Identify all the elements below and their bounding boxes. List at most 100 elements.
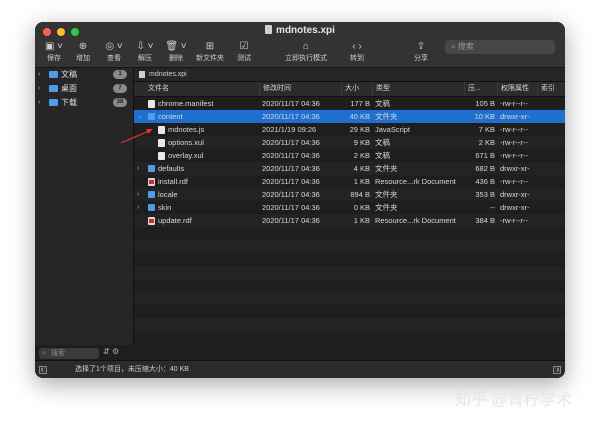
empty-row (134, 279, 565, 292)
compressed-size: 671 B (475, 151, 495, 160)
toggle-sidebar-icon[interactable]: ◧ (39, 366, 47, 374)
breadcrumb: mdnotes.xpi (134, 68, 565, 82)
permissions: drwxr-xr- (500, 112, 530, 121)
empty-row (134, 227, 565, 240)
sidebar-tools[interactable]: ⇵ ⚙ (103, 347, 119, 356)
compressed-size: 2 KB (478, 138, 495, 147)
sidebar-item-documents[interactable]: › 文稿 1 (35, 68, 133, 81)
toolbar-search-input[interactable]: ⌕ 搜索 (445, 40, 555, 54)
file-type: 文件夹 (375, 203, 398, 212)
file-size: 40 KB (349, 112, 370, 121)
rdf-file-icon (148, 178, 155, 186)
file-type: JavaScript (375, 125, 411, 134)
red-arrow-annotation (120, 129, 153, 144)
column-type[interactable]: 类型 (372, 82, 464, 96)
modified-date: 2021/1/19 09:26 (262, 125, 317, 134)
share-button[interactable]: ⇪ 分享 (404, 40, 438, 63)
file-icon (158, 139, 165, 147)
chevron-right-icon[interactable]: › (38, 96, 40, 109)
empty-row (134, 292, 565, 305)
folder-icon (49, 85, 58, 92)
modified-date: 2020/11/17 04:36 (262, 99, 320, 108)
file-type: 文件夹 (375, 190, 398, 199)
chevron-right-icon[interactable]: › (137, 201, 139, 214)
chevron-right-icon[interactable]: › (137, 188, 139, 201)
rdf-file-icon (148, 217, 155, 225)
column-name[interactable]: 文件名 (134, 82, 259, 96)
compressed-size: 10 KB (474, 112, 495, 121)
empty-row (134, 318, 565, 331)
compressed-size: 682 B (475, 164, 495, 173)
delete-button[interactable]: 🗑 ˅ 删除 (159, 40, 193, 63)
archive-icon (265, 25, 273, 34)
chevron-right-icon[interactable]: › (137, 162, 139, 175)
delete-icon: 🗑 ˅ (165, 41, 187, 52)
table-row[interactable]: overlay.xul 2020/11/17 04:36 2 KB 文稿 671 B -r… (134, 149, 565, 162)
table-row[interactable]: › defaults 2020/11/17 04:36 4 KB 文件夹 682 B drw… (134, 162, 565, 175)
empty-row (134, 266, 565, 279)
folder-icon (148, 204, 155, 211)
table-row[interactable]: › skin 2020/11/17 04:36 0 KB 文件夹 -- drwxr-xr- (134, 201, 565, 214)
file-size: 177 B (350, 99, 370, 108)
permissions: -rw-r--r-- (500, 99, 528, 108)
table-row[interactable]: mdnotes.js 2021/1/19 09:26 29 KB JavaScript… (134, 123, 565, 136)
permissions: drwxr-xr- (500, 203, 530, 212)
permissions: drwxr-xr- (500, 164, 530, 173)
view-button[interactable]: ◎ ˅ 查看 (97, 40, 131, 63)
column-modified[interactable]: 修改时间 (259, 82, 341, 96)
window-title: mdnotes.xpi (35, 25, 565, 36)
table-row[interactable]: ⌄ content 2020/11/17 04:36 40 KB 文件夹 10 KB drw… (134, 110, 565, 123)
column-index[interactable]: 索引 (537, 82, 565, 96)
extract-button[interactable]: ⇩ ˅ 解压 (128, 40, 162, 63)
file-name: defaults (158, 164, 185, 173)
table-row[interactable]: chrome.manifest 2020/11/17 04:36 177 B 文稿 10… (134, 97, 565, 110)
sidebar-item-label: 下载 (61, 98, 77, 107)
goto-button[interactable]: ‹ › 转到 (340, 40, 374, 63)
modified-date: 2020/11/17 04:36 (262, 112, 320, 121)
table-row[interactable]: › locale 2020/11/17 04:36 894 B 文件夹 353 B drwx… (134, 188, 565, 201)
empty-row (134, 253, 565, 266)
file-name: overlay.xul (168, 151, 204, 160)
sidebar-search-input[interactable]: ⌕ 搜索 (39, 348, 99, 359)
folder-icon (148, 191, 155, 198)
table-row[interactable]: update.rdf 2020/11/17 04:36 1 KB Resource..… (134, 214, 565, 227)
column-compressed[interactable]: 压... (464, 82, 497, 96)
new-folder-button[interactable]: ⊞ 新文件夹 (193, 40, 227, 63)
settings-icon[interactable]: ⚙ (112, 347, 119, 356)
table-row[interactable]: options.xul 2020/11/17 04:36 9 KB 文稿 2 KB -rw… (134, 136, 565, 149)
compressed-size: 7 KB (478, 125, 495, 134)
chevron-down-icon[interactable]: ⌄ (137, 110, 143, 123)
add-button[interactable]: ⊕ 增加 (66, 40, 100, 63)
sidebar-item-downloads[interactable]: › 下载 38 (35, 96, 133, 109)
sidebar-item-desktop[interactable]: › 桌面 7 (35, 82, 133, 95)
chevron-right-icon[interactable]: › (38, 82, 40, 95)
folder-icon (148, 165, 155, 172)
file-type: 文件夹 (375, 112, 398, 121)
chevron-right-icon[interactable]: › (38, 68, 40, 81)
table-row[interactable]: install.rdf 2020/11/17 04:36 1 KB Resource.… (134, 175, 565, 188)
immediate-mode-button[interactable]: ⌂ 立即执行模式 (279, 40, 333, 63)
permissions: -rw-r--r-- (500, 151, 528, 160)
file-size: 9 KB (353, 138, 370, 147)
permissions: -rw-r--r-- (500, 177, 528, 186)
filter-icon[interactable]: ⇵ (103, 347, 110, 356)
folder-icon (148, 113, 155, 120)
modified-date: 2020/11/17 04:36 (262, 216, 320, 225)
window-title-text: mdnotes.xpi (276, 25, 335, 36)
column-size[interactable]: 大小 (341, 82, 372, 96)
file-size: 4 KB (353, 164, 370, 173)
breadcrumb-path[interactable]: mdnotes.xpi (149, 68, 187, 81)
archive-icon (139, 71, 145, 78)
toggle-panel-icon[interactable]: ◨ (553, 366, 561, 374)
file-name: skin (158, 203, 172, 212)
app-window: mdnotes.xpi ▣ ˅ 保存 ⊕ 增加 ◎ ˅ 查看 ⇩ ˅ 解压 🗑 ˅ 删除 … (35, 22, 565, 378)
count-badge: 7 (113, 84, 127, 93)
test-button[interactable]: ☑ 测试 (227, 40, 261, 63)
file-type: Resource...rk Document (375, 216, 456, 225)
search-icon: ⌕ (451, 42, 458, 51)
file-size: 2 KB (353, 151, 370, 160)
sidebar-item-label: 文稿 (61, 70, 77, 79)
column-permissions[interactable]: 权限属性 (497, 82, 537, 96)
file-icon (158, 126, 165, 134)
file-size: 0 KB (353, 203, 370, 212)
